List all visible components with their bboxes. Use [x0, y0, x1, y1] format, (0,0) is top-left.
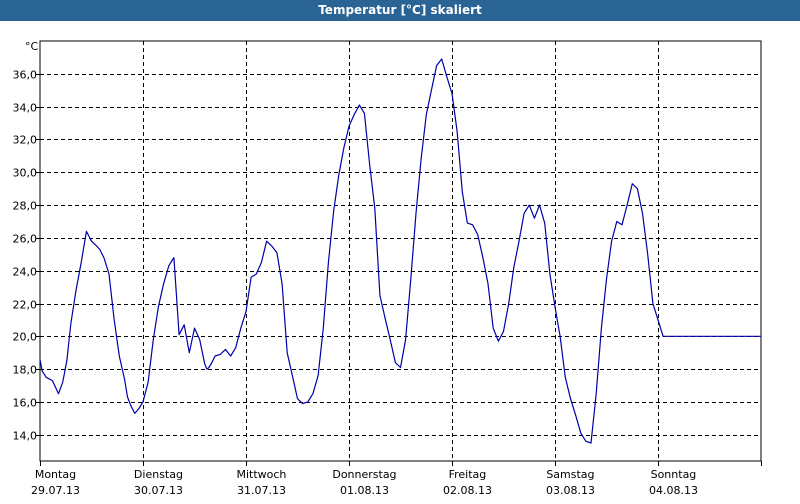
- y-tick-label: 26,0: [13, 233, 38, 246]
- chart-window: Temperatur [°C] skaliert 14,0 16,0 18,0 20,…: [0, 0, 800, 500]
- y-tick-label: 22,0: [13, 299, 38, 312]
- y-tick-label: 34,0: [13, 102, 38, 115]
- x-tick-label-weekday: Montag: [35, 468, 76, 481]
- window-title: Temperatur [°C] skaliert: [0, 0, 800, 21]
- plot-frame: [39, 40, 762, 462]
- x-tick-label-date: 03.08.13: [546, 484, 595, 497]
- x-tick-label-weekday: Sonntag: [651, 468, 697, 481]
- y-axis-label: °C: [25, 40, 39, 53]
- x-tick-label-weekday: Mittwoch: [236, 468, 286, 481]
- y-tick-label: 36,0: [13, 69, 38, 82]
- y-tick-label: 14,0: [13, 430, 38, 443]
- y-tick-label: 20,0: [13, 331, 38, 344]
- y-tick-label: 32,0: [13, 134, 38, 147]
- x-tick-label-weekday: Samstag: [546, 468, 594, 481]
- y-tick-label: 30,0: [13, 167, 38, 180]
- x-tick-label-weekday: Freitag: [449, 468, 487, 481]
- y-tick-label: 28,0: [13, 200, 38, 213]
- y-tick-label: 16,0: [13, 397, 38, 410]
- y-tick-label: 18,0: [13, 364, 38, 377]
- x-tick-label-weekday: Dienstag: [134, 468, 183, 481]
- x-tick-label-date: 31.07.13: [237, 484, 286, 497]
- x-tick-label-weekday: Donnerstag: [332, 468, 396, 481]
- x-tick-label-date: 01.08.13: [340, 484, 389, 497]
- temperature-chart: 14,0 16,0 18,0 20,0 22,0 24,0 26,0 28,0 30,0 32,0…: [13, 40, 762, 497]
- chart-area: 14,0 16,0 18,0 20,0 22,0 24,0 26,0 28,0 30,0 32,0…: [0, 21, 800, 500]
- x-tick-label-date: 30.07.13: [134, 484, 183, 497]
- x-tick-label-date: 02.08.13: [443, 484, 492, 497]
- y-tick-label: 24,0: [13, 266, 38, 279]
- x-tick-label-date: 29.07.13: [31, 484, 80, 497]
- x-tick-label-date: 04.08.13: [649, 484, 698, 497]
